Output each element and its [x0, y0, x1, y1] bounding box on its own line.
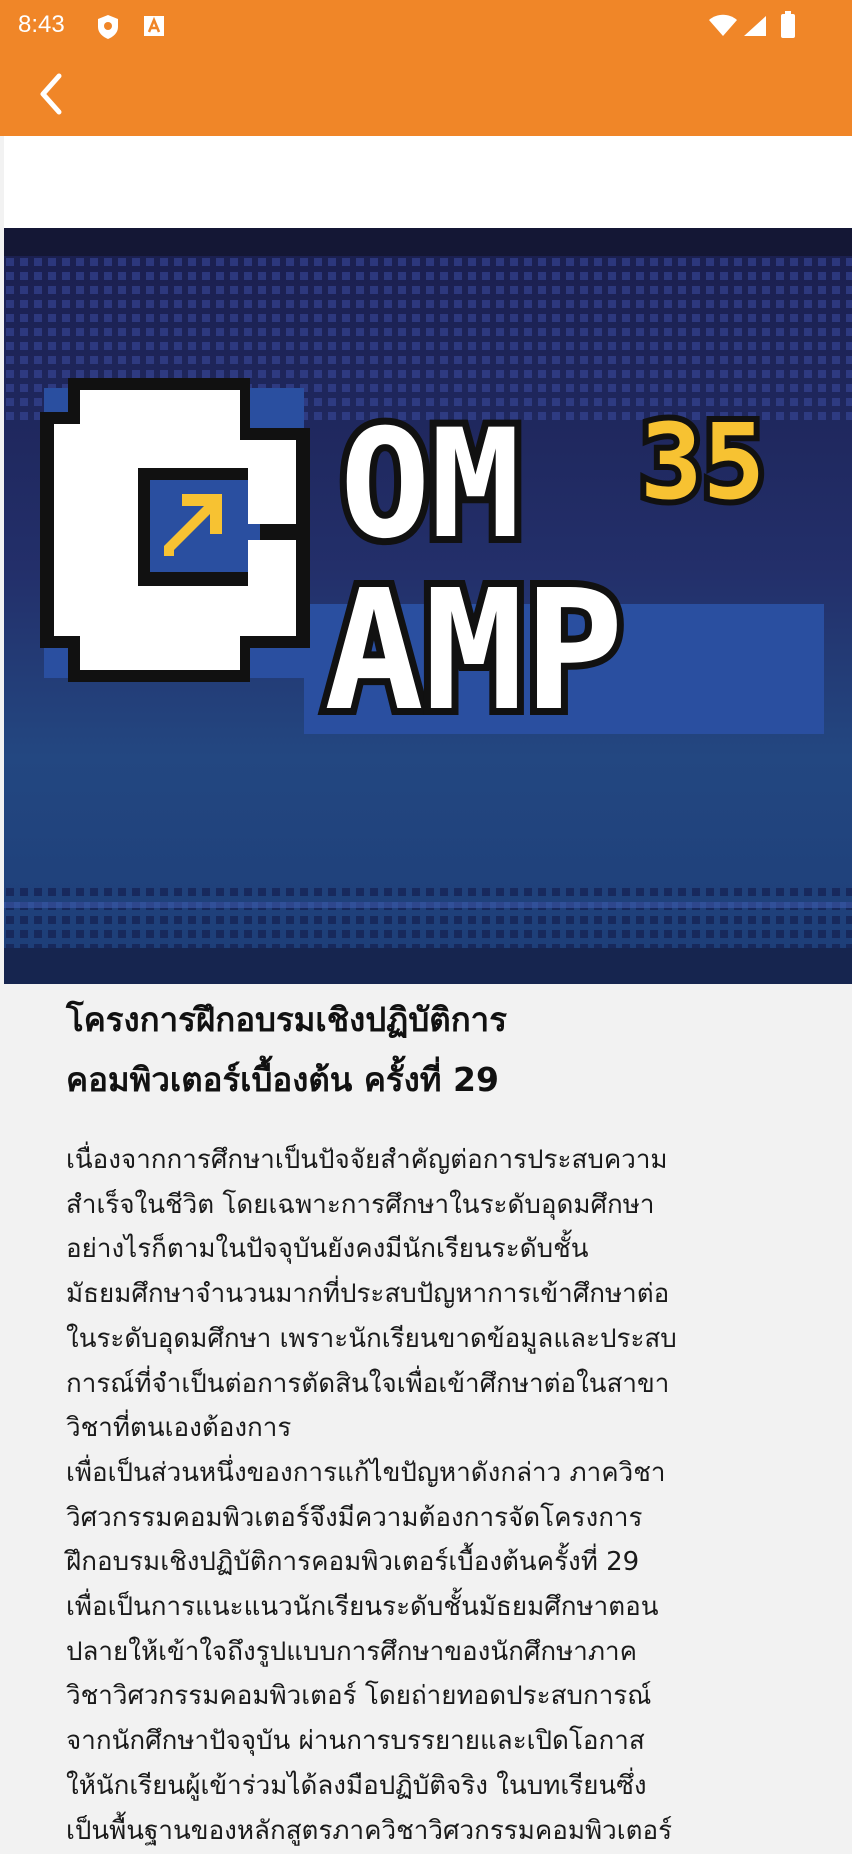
body-line: วิชาที่ตนเองต้องการ: [66, 1413, 292, 1444]
svg-text:35: 35: [640, 401, 765, 523]
article: โครงการฝึกอบรมเชิงปฏิบัติการ คอมพิวเตอร์…: [66, 990, 806, 1853]
body-line: เป็นพื้นฐานของหลักสูตรภาควิชาวิศวกรรมคอม…: [66, 1815, 673, 1846]
body-line: เพื่อเป็นส่วนหนึ่งของการแก้ไขปัญหาดังกล่…: [66, 1457, 666, 1488]
status-time: 8:43: [18, 11, 65, 38]
body-line: มัธยมศึกษาจำนวนมากที่ประสบปัญหาการเข้าศึ…: [66, 1279, 670, 1310]
logo-text-camp: AMP AMP: [317, 548, 631, 755]
body-line: ในระดับอุดมศึกษา เพราะนักเรียนขาดข้อมูลแ…: [66, 1323, 677, 1354]
article-title-line: โครงการฝึกอบรมเชิงปฏิบัติการ: [66, 1000, 507, 1039]
signal-icon: [742, 14, 768, 42]
body-line: เนื่องจากการศึกษาเป็นปัจจัยสำคัญต่อการปร…: [66, 1145, 668, 1175]
article-title: โครงการฝึกอบรมเชิงปฏิบัติการ คอมพิวเตอร์…: [66, 990, 806, 1110]
article-title-line: คอมพิวเตอร์เบื้องต้น ครั้งที่ 29: [66, 1060, 499, 1099]
body-line: การณ์ที่จำเป็นต่อการตัดสินใจเพื่อเข้าศึก…: [66, 1368, 670, 1399]
body-line: วิศวกรรมคอมพิวเตอร์จึงมีความต้องการจัดโค…: [66, 1502, 643, 1533]
shield-icon: [96, 14, 120, 44]
body-line: สำเร็จในชีวิต โดยเฉพาะการศึกษาในระดับอุด…: [66, 1189, 655, 1220]
battery-icon: [780, 11, 796, 43]
article-body: เนื่องจากการศึกษาเป็นปัจจัยสำคัญต่อการปร…: [66, 1138, 806, 1853]
app-bar: [0, 54, 852, 136]
svg-text:AMP: AMP: [324, 555, 624, 748]
back-button[interactable]: [22, 68, 78, 124]
body-line: จากนักศึกษาปัจจุบัน ผ่านการบรรยายและเปิด…: [66, 1726, 645, 1757]
body-line: ให้นักเรียนผู้เข้าร่วมได้ลงมือปฏิบัติจริ…: [66, 1770, 647, 1801]
body-line: ฝึกอบรมเชิงปฏิบัติการคอมพิวเตอร์เบื้องต้…: [66, 1547, 640, 1578]
body-line: เพื่อเป็นการแนะแนวนักเรียนระดับชั้นมัธยม…: [66, 1592, 659, 1623]
wifi-icon: [708, 14, 738, 42]
a-badge-icon: [142, 14, 166, 42]
banner-top-whitespace: [4, 136, 852, 228]
comcamp-banner: OM OM 35 35 AMP AMP: [4, 228, 852, 984]
body-line: วิชาวิศวกรรมคอมพิวเตอร์ โดยถ่ายทอดประสบก…: [66, 1681, 652, 1712]
body-line: อย่างไรก็ตามในปัจจุบันยังคงมีนักเรียนระด…: [66, 1234, 589, 1265]
body-line: ปลายให้เข้าใจถึงรูปแบบการศึกษาของนักศึกษ…: [66, 1636, 637, 1667]
status-bar: 8:43: [0, 0, 852, 54]
logo-badge-35: 35 35: [634, 395, 771, 529]
logo-text-com: OM OM: [333, 391, 528, 579]
chevron-left-icon: [35, 72, 65, 120]
svg-text:OM: OM: [340, 398, 521, 572]
